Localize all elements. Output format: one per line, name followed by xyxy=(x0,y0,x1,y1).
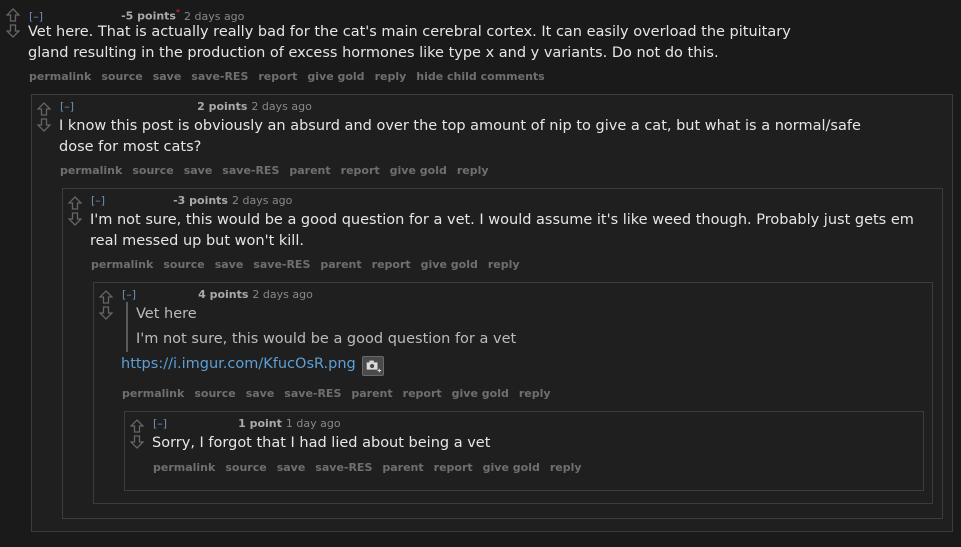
comment-2-tagline: [–] 2 points 2 days ago xyxy=(60,100,312,113)
reply-button[interactable]: reply xyxy=(375,70,407,83)
save-res-button[interactable]: save-RES xyxy=(222,164,279,177)
comment-1-body: Vet here. That is actually really bad fo… xyxy=(28,24,791,61)
comment-5-body: Sorry, I forgot that I had lied about be… xyxy=(152,435,491,451)
save-res-button[interactable]: save-RES xyxy=(315,461,372,474)
comment-4-tagline: [–] 4 points 2 days ago xyxy=(122,288,313,301)
collapse-toggle[interactable]: [–] xyxy=(91,194,105,207)
downvote-arrow-icon[interactable] xyxy=(68,212,82,226)
reply-button[interactable]: reply xyxy=(488,258,520,271)
upvote-arrow-icon[interactable] xyxy=(68,196,82,210)
quote-line: Vet here xyxy=(136,306,197,322)
reply-button[interactable]: reply xyxy=(550,461,582,474)
collapse-toggle[interactable]: [–] xyxy=(60,100,74,113)
collapse-toggle[interactable]: [–] xyxy=(122,288,136,301)
permalink-button[interactable]: permalink xyxy=(153,461,215,474)
permalink-button[interactable]: permalink xyxy=(60,164,122,177)
downvote-arrow-icon[interactable] xyxy=(37,118,51,132)
hide-child-comments-button[interactable]: hide child comments xyxy=(416,70,544,83)
save-button[interactable]: save xyxy=(215,258,244,271)
report-button[interactable]: report xyxy=(372,258,411,271)
timestamp: 1 day ago xyxy=(285,417,341,430)
timestamp: 2 days ago xyxy=(251,100,312,113)
comment-5-buttons: permalink source save save-RES parent report g… xyxy=(153,461,592,474)
blockquote: Vet here I'm not sure, this would be a g… xyxy=(126,302,516,352)
comment-4-buttons: permalink source save save-RES parent report g… xyxy=(122,387,561,400)
give-gold-button[interactable]: give gold xyxy=(421,258,478,271)
report-button[interactable]: report xyxy=(434,461,473,474)
comment-2-buttons: permalink source save save-RES parent report g… xyxy=(60,164,499,177)
comment-1-buttons: permalink source save save-RES report give go… xyxy=(29,70,555,83)
save-button[interactable]: save xyxy=(277,461,306,474)
comment-thread: [–] -5 points* 2 days ago Vet here. That i… xyxy=(0,0,961,547)
save-button[interactable]: save xyxy=(153,70,182,83)
upvote-arrow-icon[interactable] xyxy=(130,419,144,433)
give-gold-button[interactable]: give gold xyxy=(390,164,447,177)
comment-3-body: I'm not sure, this would be a good quest… xyxy=(90,212,914,249)
timestamp: 2 days ago xyxy=(183,9,245,23)
source-button[interactable]: source xyxy=(132,164,173,177)
source-button[interactable]: source xyxy=(194,387,235,400)
downvote-arrow-icon[interactable] xyxy=(99,306,113,320)
flair-marker: * xyxy=(175,8,180,17)
comment-3-tagline: [–] -3 points 2 days ago xyxy=(91,194,292,207)
score: -3 points xyxy=(173,194,228,207)
give-gold-button[interactable]: give gold xyxy=(452,387,509,400)
permalink-button[interactable]: permalink xyxy=(122,387,184,400)
downvote-arrow-icon[interactable] xyxy=(6,24,20,38)
comment-5-tagline: [–] 1 point 1 day ago xyxy=(153,417,341,430)
comment-1-tagline: [–] -5 points* 2 days ago xyxy=(29,6,244,23)
parent-button[interactable]: parent xyxy=(289,164,330,177)
source-button[interactable]: source xyxy=(163,258,204,271)
downvote-arrow-icon[interactable] xyxy=(130,435,144,449)
report-button[interactable]: report xyxy=(403,387,442,400)
give-gold-button[interactable]: give gold xyxy=(483,461,540,474)
imgur-link[interactable]: https://i.imgur.com/KfucOsR.png xyxy=(121,356,356,372)
score: 2 points xyxy=(197,100,248,113)
save-button[interactable]: save xyxy=(184,164,213,177)
permalink-button[interactable]: permalink xyxy=(29,70,91,83)
give-gold-button[interactable]: give gold xyxy=(307,70,364,83)
permalink-button[interactable]: permalink xyxy=(91,258,153,271)
report-button[interactable]: report xyxy=(258,70,297,83)
parent-button[interactable]: parent xyxy=(320,258,361,271)
quote-line: I'm not sure, this would be a good quest… xyxy=(136,331,517,347)
timestamp: 2 days ago xyxy=(252,288,313,301)
upvote-arrow-icon[interactable] xyxy=(6,8,20,22)
source-button[interactable]: source xyxy=(101,70,142,83)
score: 4 points xyxy=(198,288,249,301)
score: -5 points xyxy=(121,9,176,23)
comment-2-body: I know this post is obviously an absurd … xyxy=(59,118,861,155)
parent-button[interactable]: parent xyxy=(351,387,392,400)
collapse-toggle[interactable]: [–] xyxy=(29,10,43,23)
save-button[interactable]: save xyxy=(246,387,275,400)
save-res-button[interactable]: save-RES xyxy=(284,387,341,400)
score: 1 point xyxy=(238,417,282,430)
timestamp: 2 days ago xyxy=(231,194,293,207)
collapse-toggle[interactable]: [–] xyxy=(153,417,167,430)
comment-3-buttons: permalink source save save-RES parent report g… xyxy=(91,258,530,271)
parent-button[interactable]: parent xyxy=(382,461,423,474)
source-button[interactable]: source xyxy=(225,461,266,474)
camera-expand-icon[interactable] xyxy=(362,356,384,376)
upvote-arrow-icon[interactable] xyxy=(99,290,113,304)
upvote-arrow-icon[interactable] xyxy=(37,102,51,116)
save-res-button[interactable]: save-RES xyxy=(253,258,310,271)
reply-button[interactable]: reply xyxy=(519,387,551,400)
save-res-button[interactable]: save-RES xyxy=(191,70,248,83)
report-button[interactable]: report xyxy=(341,164,380,177)
reply-button[interactable]: reply xyxy=(457,164,489,177)
